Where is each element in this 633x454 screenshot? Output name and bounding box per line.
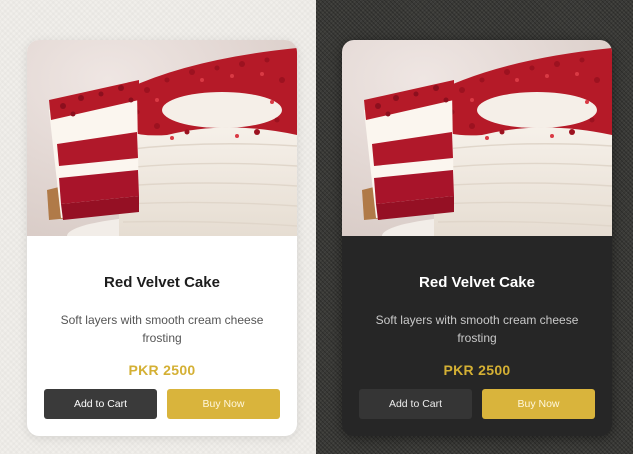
product-image	[342, 40, 612, 236]
product-card-dark: Red Velvet Cake Soft layers with smooth …	[342, 40, 612, 436]
product-description: Soft layers with smooth cream cheese fro…	[375, 313, 579, 345]
add-to-cart-button[interactable]: Add to Cart	[359, 389, 472, 419]
product-card-light: Red Velvet Cake Soft layers with smooth …	[27, 40, 297, 436]
buy-now-button[interactable]: Buy Now	[167, 389, 280, 419]
product-image	[27, 40, 297, 236]
product-price: PKR 2500	[128, 362, 196, 378]
dark-theme-panel: Red Velvet Cake Soft layers with smooth …	[316, 0, 633, 454]
card-actions: Add to Cart Buy Now	[44, 389, 280, 419]
product-price: PKR 2500	[443, 362, 511, 378]
add-to-cart-button[interactable]: Add to Cart	[44, 389, 157, 419]
product-title: Red Velvet Cake	[419, 274, 535, 291]
light-theme-panel: Red Velvet Cake Soft layers with smooth …	[0, 0, 316, 454]
card-actions: Add to Cart Buy Now	[359, 389, 595, 419]
preview-stage: Red Velvet Cake Soft layers with smooth …	[0, 0, 633, 454]
product-title: Red Velvet Cake	[104, 274, 220, 291]
buy-now-button[interactable]: Buy Now	[482, 389, 595, 419]
product-description: Soft layers with smooth cream cheese fro…	[60, 313, 264, 345]
